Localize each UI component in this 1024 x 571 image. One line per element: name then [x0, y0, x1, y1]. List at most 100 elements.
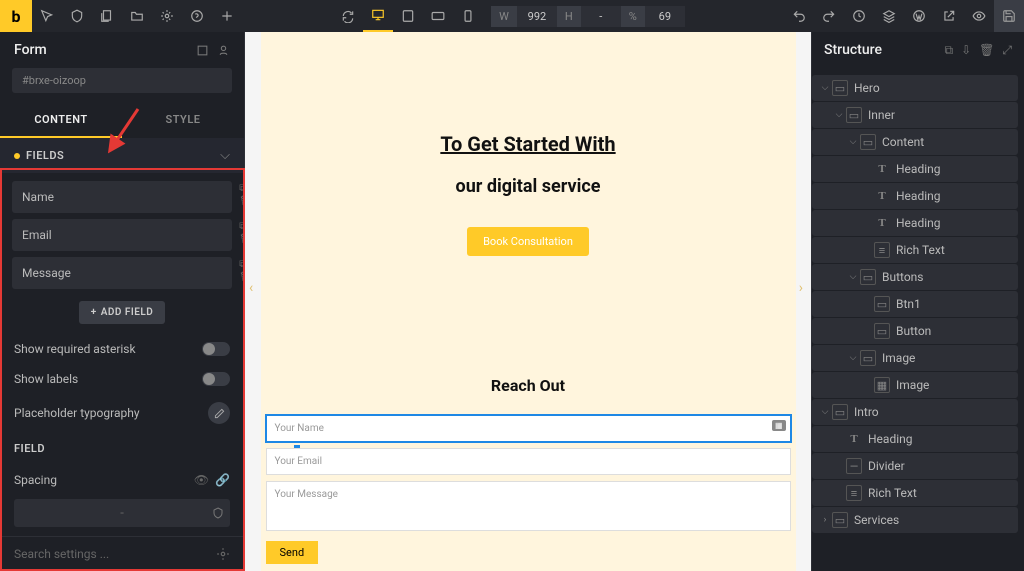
- tree-caret-icon[interactable]: ⌵: [846, 272, 860, 282]
- tree-item-heading[interactable]: THeading: [812, 426, 1018, 452]
- desktop-icon[interactable]: [363, 0, 393, 32]
- form-heading[interactable]: Reach Out: [266, 376, 791, 395]
- tree-item-label: Services: [854, 513, 899, 527]
- typography-edit-button[interactable]: [208, 402, 230, 424]
- tree-item-label: Hero: [854, 81, 880, 95]
- tree-item-buttons[interactable]: ⌵▭Buttons: [812, 264, 1018, 290]
- tree-item-intro[interactable]: ⌵▭Intro: [812, 399, 1018, 425]
- section-active-dot: [14, 153, 20, 159]
- form-name-input[interactable]: Your Name▦: [266, 415, 791, 442]
- send-button[interactable]: Send: [266, 541, 319, 564]
- search-settings-input[interactable]: Search settings ...: [14, 547, 109, 561]
- redo-icon[interactable]: [814, 0, 844, 32]
- refresh-icon[interactable]: [333, 0, 363, 32]
- external-link-icon[interactable]: [934, 0, 964, 32]
- width-value[interactable]: 992: [517, 6, 557, 27]
- folder-icon[interactable]: [122, 0, 152, 32]
- tree-item-label: Rich Text: [868, 486, 917, 500]
- tree-item-label: Btn1: [896, 297, 921, 311]
- structure-tree: ⌵▭Hero⌵▭Inner⌵▭ContentTHeadingTHeadingTH…: [812, 68, 1024, 540]
- hero-heading-2[interactable]: our digital service: [261, 176, 796, 197]
- element-class-icon[interactable]: [196, 44, 209, 57]
- tab-content[interactable]: CONTENT: [0, 103, 122, 138]
- structure-panel: Structure ⧉ ⇩ 🗑 ⤢ ⌵▭Hero⌵▭Inner⌵▭Content…: [811, 32, 1024, 571]
- tablet-landscape-icon[interactable]: [393, 0, 423, 32]
- tree-item-image[interactable]: ⌵▭Image: [812, 345, 1018, 371]
- tree-item-button[interactable]: ▭Button: [812, 318, 1018, 344]
- tree-caret-icon[interactable]: ›: [818, 515, 832, 525]
- show-labels-toggle[interactable]: [202, 372, 230, 386]
- fields-section-header[interactable]: FIELDS ⌵: [0, 138, 244, 173]
- tree-item-inner[interactable]: ⌵▭Inner: [812, 102, 1018, 128]
- spacing-control: Spacing 👁🔗: [0, 465, 244, 495]
- field-item[interactable]: Name⧉🗑: [12, 181, 232, 213]
- tree-item-heading[interactable]: THeading: [812, 210, 1018, 236]
- gear-icon[interactable]: [216, 547, 230, 561]
- height-value[interactable]: -: [581, 6, 621, 27]
- tree-item-btn1[interactable]: ▭Btn1: [812, 291, 1018, 317]
- tree-item-label: Button: [896, 324, 931, 338]
- tree-caret-icon[interactable]: ⌵: [832, 110, 846, 120]
- plus-icon: +: [91, 307, 97, 318]
- tree-item-rich-text[interactable]: ≡Rich Text: [812, 480, 1018, 506]
- add-field-button[interactable]: +ADD FIELD: [79, 301, 166, 324]
- pages-icon[interactable]: [92, 0, 122, 32]
- mobile-icon[interactable]: [453, 0, 483, 32]
- form-message-input[interactable]: Your Message: [266, 481, 791, 531]
- shield-icon[interactable]: [62, 0, 92, 32]
- tree-caret-icon[interactable]: ⌵: [818, 407, 832, 417]
- panel-tabs: CONTENT STYLE: [0, 103, 244, 138]
- tree-item-divider[interactable]: —Divider: [812, 453, 1018, 479]
- carousel-prev-icon[interactable]: ‹: [249, 280, 253, 296]
- tree-item-label: Content: [882, 135, 924, 149]
- hero-heading-1[interactable]: To Get Started With: [261, 132, 796, 156]
- show-asterisk-toggle[interactable]: [202, 342, 230, 356]
- plus-icon[interactable]: [212, 0, 242, 32]
- copy-icon[interactable]: ⧉: [945, 43, 954, 58]
- history-icon[interactable]: [844, 0, 874, 32]
- app-logo[interactable]: b: [0, 0, 32, 32]
- tree-caret-icon[interactable]: ⌵: [846, 137, 860, 147]
- show-asterisk-control: Show required asterisk: [0, 334, 244, 364]
- eye-icon[interactable]: 👁: [194, 473, 209, 487]
- spacing-input[interactable]: -: [14, 499, 230, 527]
- tree-item-rich-text[interactable]: ≡Rich Text: [812, 237, 1018, 263]
- zoom-value[interactable]: 69: [645, 6, 685, 27]
- layers-icon[interactable]: [874, 0, 904, 32]
- link-icon[interactable]: 🔗: [215, 473, 230, 487]
- save-icon[interactable]: [994, 0, 1024, 32]
- field-item[interactable]: Email⧉🗑: [12, 219, 232, 251]
- tree-item-heading[interactable]: THeading: [812, 156, 1018, 182]
- css-id-field[interactable]: #brxe-oizoop: [12, 68, 232, 93]
- carousel-next-icon[interactable]: ›: [799, 280, 803, 296]
- tree-caret-icon[interactable]: ⌵: [846, 353, 860, 363]
- gear-icon[interactable]: [152, 0, 182, 32]
- element-id-icon[interactable]: [217, 44, 230, 57]
- preview-icon[interactable]: [964, 0, 994, 32]
- tree-item-heading[interactable]: THeading: [812, 183, 1018, 209]
- tree-item-label: Divider: [868, 459, 905, 473]
- tree-item-image[interactable]: ▦Image: [812, 372, 1018, 398]
- collapse-icon[interactable]: ⤢: [1002, 43, 1012, 58]
- tree-item-content[interactable]: ⌵▭Content: [812, 129, 1018, 155]
- form-email-input[interactable]: Your Email: [266, 448, 791, 475]
- import-icon[interactable]: ⇩: [961, 43, 971, 58]
- placeholder-typography-control: Placeholder typography: [0, 394, 244, 432]
- field-section-header[interactable]: FIELD: [0, 432, 244, 465]
- help-icon[interactable]: [182, 0, 212, 32]
- cta-button[interactable]: Book Consultation: [467, 227, 589, 256]
- undo-icon[interactable]: [784, 0, 814, 32]
- tab-style[interactable]: STYLE: [122, 103, 244, 138]
- canvas-preview[interactable]: To Get Started With our digital service …: [245, 32, 811, 571]
- show-labels-control: Show labels: [0, 364, 244, 394]
- delete-icon[interactable]: 🗑: [979, 43, 994, 58]
- tree-item-hero[interactable]: ⌵▭Hero: [812, 75, 1018, 101]
- cursor-icon[interactable]: [32, 0, 62, 32]
- tree-caret-icon[interactable]: ⌵: [818, 83, 832, 93]
- field-item[interactable]: Message⧉🗑: [12, 257, 232, 289]
- tree-item-services[interactable]: ›▭Services: [812, 507, 1018, 533]
- unit-toggle-icon[interactable]: [212, 507, 224, 519]
- wordpress-icon[interactable]: [904, 0, 934, 32]
- tablet-icon[interactable]: [423, 0, 453, 32]
- panel-title: Form: [14, 42, 47, 58]
